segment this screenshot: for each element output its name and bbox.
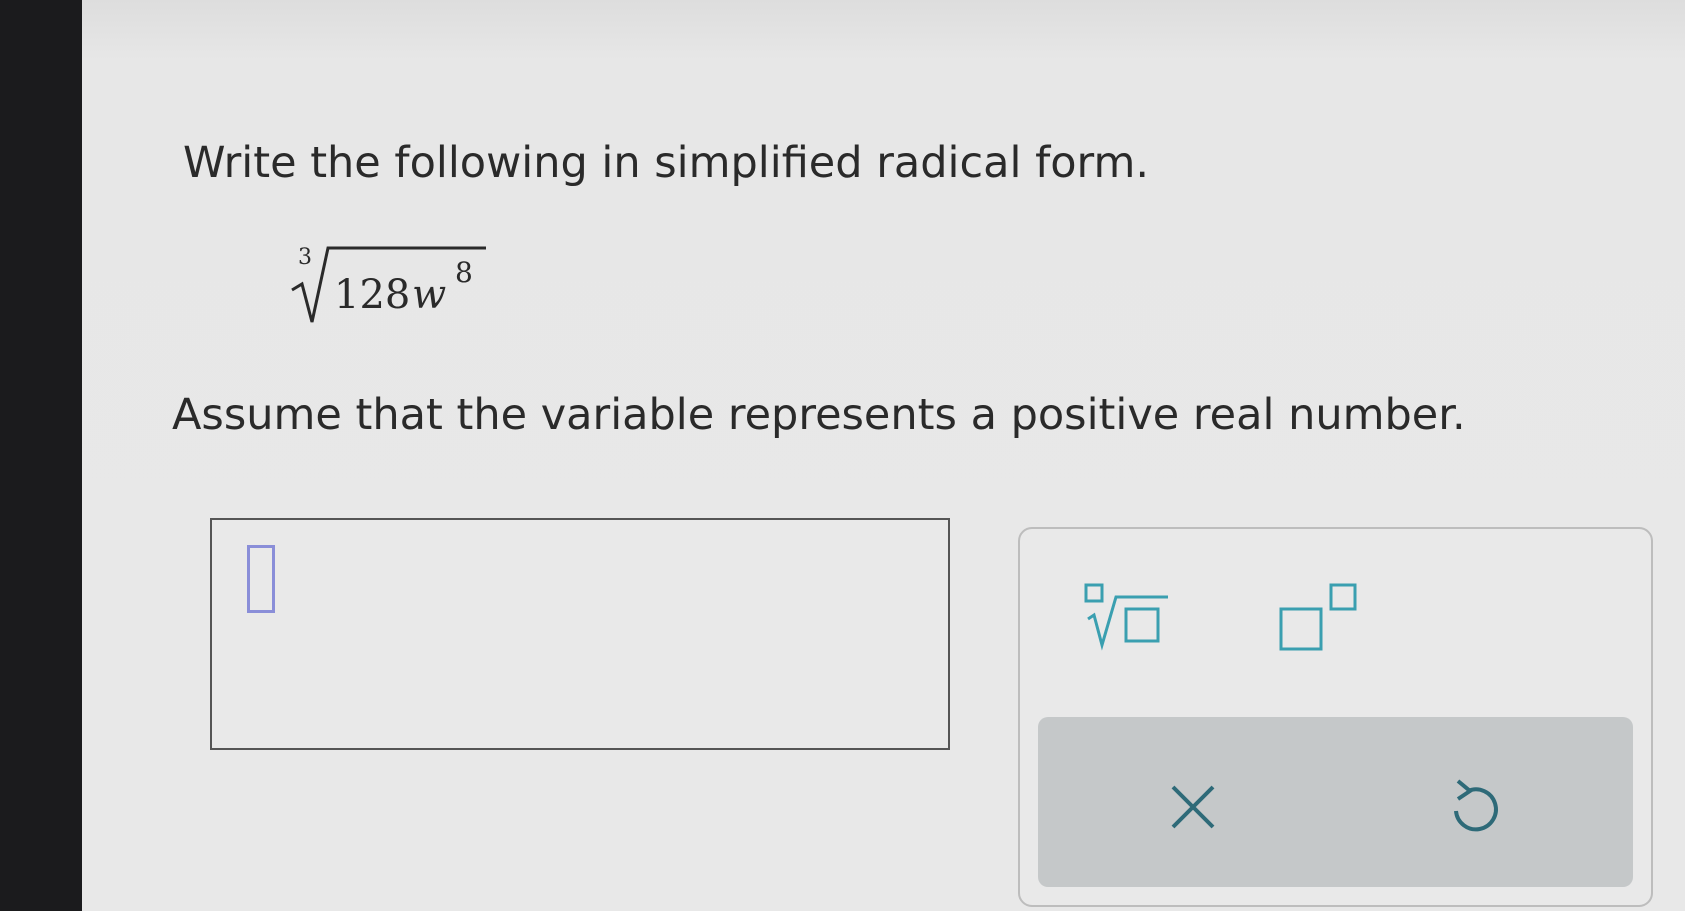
undo-button[interactable] — [1428, 767, 1518, 847]
question-instruction: Write the following in simplified radica… — [183, 138, 1150, 188]
superscript-icon — [1279, 583, 1357, 651]
answer-input[interactable] — [210, 518, 950, 750]
undo-icon — [1454, 779, 1498, 832]
action-row — [1038, 717, 1633, 887]
page: Write the following in simplified radica… — [0, 0, 1685, 911]
nth-root-icon — [1084, 583, 1168, 651]
nth-root-button[interactable] — [1080, 579, 1180, 659]
superscript-button[interactable] — [1275, 579, 1375, 659]
radical-index: 3 — [298, 245, 312, 270]
screen-bezel — [0, 0, 82, 911]
math-tool-panel — [1018, 527, 1653, 907]
radical-coefficient: 128 — [334, 272, 410, 318]
radical-expression: 3 128 w 8 — [290, 240, 510, 340]
radical-exponent: 8 — [455, 256, 473, 289]
clear-button[interactable] — [1148, 767, 1238, 847]
question-assumption: Assume that the variable represents a po… — [172, 390, 1466, 440]
input-placeholder-box[interactable] — [247, 545, 275, 613]
radical-variable: w — [412, 272, 446, 318]
close-icon — [1171, 785, 1215, 829]
